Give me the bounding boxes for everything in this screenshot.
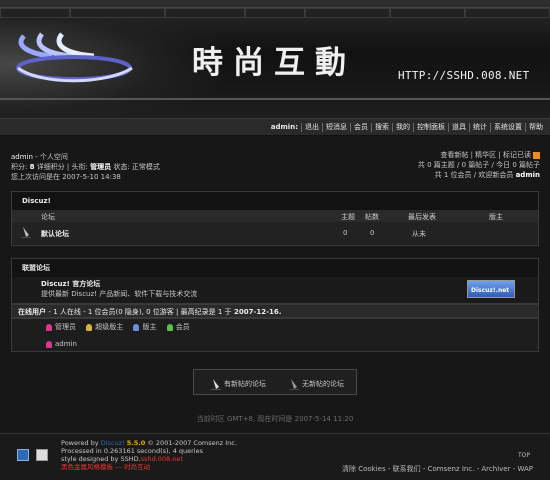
legend-member: 会员 xyxy=(166,323,190,331)
nav-help[interactable]: 帮助 xyxy=(525,123,546,132)
new-posts-label: 有新帖的论坛 xyxy=(224,380,266,388)
post-stats: 共 0 篇主题 / 0 篇帖子 / 今日 0 篇帖子 xyxy=(417,161,540,169)
online-user-entry[interactable]: admin xyxy=(46,340,77,348)
no-new-posts-icon xyxy=(289,379,299,390)
forum-row: 默认论坛 0 0 从未 xyxy=(12,222,538,244)
nav-user[interactable]: admin: xyxy=(268,123,301,132)
footer-links[interactable]: 清除 Cookies - 联系我们 - Comsenz Inc. - Archi… xyxy=(342,464,533,474)
timezone-text: 当前时区 GMT+8, 现在时间是 2007-5-14 11:20 xyxy=(196,415,354,423)
col-moderators: 版主 xyxy=(489,213,503,221)
col-forum: 论坛 xyxy=(41,213,55,221)
banner-top-stripe xyxy=(0,0,550,8)
status-text: 状态: 正常模式 xyxy=(113,163,160,171)
partner-forums-block: 联盟论坛 Discuz! 官方论坛 提供最新 Discuz! 产品新闻、软件下载… xyxy=(11,258,539,304)
online-block: 管理员 超级版主 版主 会员 admin xyxy=(11,318,539,352)
col-last-post: 最后发表 xyxy=(408,213,436,221)
credits-value: 8 xyxy=(29,163,35,171)
browser-badge-icon[interactable] xyxy=(36,449,48,461)
back-to-top[interactable]: TOP xyxy=(518,452,530,459)
member-stats: 共 1 位会员 / 欢迎新会员 xyxy=(434,171,514,179)
nav-members[interactable]: 会员 xyxy=(350,123,371,132)
banner-grid-cell xyxy=(390,8,465,18)
partner-logo[interactable]: Discuz!.net xyxy=(467,280,515,298)
member-icon xyxy=(166,323,173,331)
nav-logout[interactable]: 退出 xyxy=(301,123,322,132)
nav-settings[interactable]: 系统设置 xyxy=(490,123,525,132)
rss-icon[interactable] xyxy=(533,151,540,159)
banner-url[interactable]: HTTP://SSHD.008.NET xyxy=(398,69,530,82)
banner-grid-cell xyxy=(0,8,70,18)
discuz-link[interactable]: Discuz! xyxy=(101,439,125,447)
forum-posts: 0 xyxy=(370,229,375,237)
col-posts: 帖数 xyxy=(365,213,379,221)
forum-table-header: 论坛 主题 帖数 最后发表 版主 xyxy=(12,210,538,222)
col-topics: 主题 xyxy=(341,213,355,221)
banner-grid-cell xyxy=(465,8,550,18)
banner-grid-cell xyxy=(245,8,305,18)
nav-tools[interactable]: 道具 xyxy=(448,123,469,132)
banner-grid-cell xyxy=(70,8,165,18)
admin-user-icon xyxy=(46,340,52,348)
user-space-link[interactable]: - 个人空间 xyxy=(35,153,68,161)
online-summary: - 1 人在线 - 1 位会员(0 隐身), 0 位游客 | 最高纪录是 1 于 xyxy=(48,308,232,316)
online-header: 在线用户 - 1 人在线 - 1 位会员(0 隐身), 0 位游客 | 最高纪录… xyxy=(11,304,539,318)
nav-messages[interactable]: 短消息 xyxy=(322,123,350,132)
online-legend: 管理员 超级版主 版主 会员 xyxy=(46,322,198,332)
category-title[interactable]: Discuz! xyxy=(12,192,538,210)
legend-mod: 版主 xyxy=(133,323,156,331)
banner-divider xyxy=(0,98,550,100)
nav-my[interactable]: 我的 xyxy=(392,123,413,132)
icon-legend-box: 有新帖的论坛 无新帖的论坛 xyxy=(193,369,357,395)
online-user-name[interactable]: admin xyxy=(55,340,77,348)
forum-status-icon xyxy=(21,227,31,238)
user-name-link[interactable]: admin xyxy=(11,153,33,161)
processed-info: Processed in 0.263161 second(s), 4 queri… xyxy=(61,447,204,455)
version: 5.5.0 xyxy=(126,439,146,447)
footer-credits: Powered by Discuz! 5.5.0 © 2001-2007 Com… xyxy=(61,439,237,471)
newest-member[interactable]: admin xyxy=(516,171,540,179)
template-name: 黑色金属风格模板 --- 时尚互动 xyxy=(61,463,151,471)
credits-label: 积分: xyxy=(11,163,28,171)
partner-row: Discuz! 官方论坛 提供最新 Discuz! 产品新闻、软件下载与技术交流… xyxy=(12,277,538,303)
banner-grid-cell xyxy=(165,8,245,18)
legend-super-mod: 超级版主 xyxy=(86,323,123,331)
rank-value: 管理员 xyxy=(90,163,112,171)
banner-grid-cell xyxy=(305,8,390,18)
designer-link[interactable]: sshd.008.net xyxy=(141,455,183,463)
online-title[interactable]: 在线用户 xyxy=(18,308,46,316)
forum-category-block: Discuz! 论坛 主题 帖数 最后发表 版主 默认论坛 0 0 从未 xyxy=(11,191,539,246)
footer: Powered by Discuz! 5.5.0 © 2001-2007 Com… xyxy=(0,433,550,480)
super-moderator-icon xyxy=(86,323,93,331)
admin-user-icon xyxy=(46,323,52,331)
sshd-logo[interactable] xyxy=(12,24,142,94)
quick-links[interactable]: 查看新帖 | 精华区 | 标记已读 xyxy=(440,151,531,159)
partner-title: 联盟论坛 xyxy=(12,259,538,277)
nav-control-panel[interactable]: 控制面板 xyxy=(413,123,448,132)
legend-admin: 管理员 xyxy=(46,323,76,331)
validator-badge-icon[interactable] xyxy=(17,449,29,461)
moderator-icon xyxy=(133,323,140,331)
forum-name-link[interactable]: 默认论坛 xyxy=(41,229,69,239)
top-navbar: admin: 退出 短消息 会员 搜索 我的 控制面板 道具 统计 系统设置 帮… xyxy=(0,118,550,136)
forum-last-post: 从未 xyxy=(412,230,426,238)
forum-topics: 0 xyxy=(343,229,348,237)
powered-label: Powered by xyxy=(61,439,99,447)
nav-search[interactable]: 搜索 xyxy=(371,123,392,132)
partner-desc: 提供最新 Discuz! 产品新闻、软件下载与技术交流 xyxy=(41,290,198,298)
nav-stats[interactable]: 统计 xyxy=(469,123,490,132)
forum-stats: 查看新帖 | 精华区 | 标记已读 共 0 篇主题 / 0 篇帖子 / 今日 0… xyxy=(418,150,540,180)
new-posts-icon xyxy=(211,379,221,390)
rank-label[interactable]: 详细积分 | 头衔: xyxy=(37,163,88,171)
no-new-posts-label: 无新帖的论坛 xyxy=(302,380,344,388)
copyright[interactable]: © 2001-2007 Comsenz Inc. xyxy=(147,439,237,447)
designer-label: style designed by SSHD. xyxy=(61,455,141,463)
partner-link[interactable]: Discuz! 官方论坛 xyxy=(41,279,100,289)
online-record-date: 2007-12-16. xyxy=(233,308,282,316)
last-visit: 您上次访问是在 2007-5-10 14:38 xyxy=(11,173,121,181)
banner-title: 時尚互動 xyxy=(192,45,356,81)
user-info: admin - 个人空间 积分: 8 详细积分 | 头衔: 管理员 状态: 正常… xyxy=(11,152,160,182)
header-banner: 時尚互動 HTTP://SSHD.008.NET xyxy=(0,0,550,118)
